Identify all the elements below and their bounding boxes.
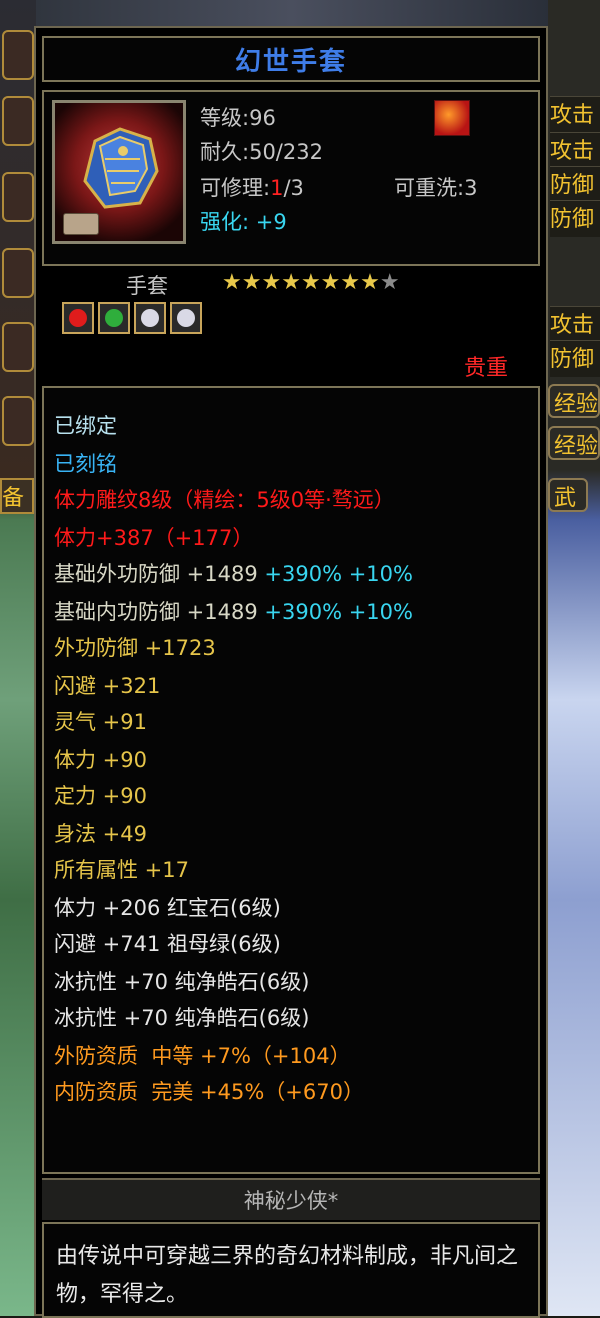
side-stat-label: 防御 [550,340,600,377]
attribute-line: 身法 +49 [54,822,147,846]
gauntlet-icon[interactable] [52,100,186,244]
gem-line: 闪避 +741 祖母绿(6级) [54,932,281,956]
engraving-line: 体力雕纹8级（精绘：5级0等·骛远） [54,488,395,512]
inventory-slot[interactable] [2,172,34,222]
item-summary: 手套 ★★★★★★★★★ 贵重 [42,268,540,382]
base-int-defense-bonus: +390% +10% [264,600,413,624]
signature-bar: 神秘少侠* [42,1178,540,1220]
white-gem-icon[interactable] [170,302,202,334]
gem-line: 冰抗性 +70 纯净皓石(6级) [54,1006,310,1030]
star-icon: ★ [281,270,301,295]
base-int-defense-label: 基础内功防御 +1489 [54,600,258,624]
star-icon: ★ [360,270,380,295]
green-gem-icon[interactable] [98,302,130,334]
attribute-line: 定力 +90 [54,784,147,808]
inventory-slot[interactable] [2,30,34,80]
strengthen-value: +9 [255,210,287,234]
attribute-line: 灵气 +91 [54,710,147,734]
attribute-line: 外功防御 +1723 [54,636,216,660]
durability-value: 50/232 [249,140,323,164]
star-icon: ★ [379,270,400,295]
durability-label: 耐久 [200,140,242,164]
rewash-row: 可重洗:3 [394,172,477,202]
engraved-status: 已刻铭 [54,452,117,476]
rarity-label: 贵重 [463,356,508,381]
repair-max: /3 [283,176,304,200]
gem-slots [62,302,202,334]
description-panel: 由传说中可穿越三界的奇幻材料制成，非凡间之物，罕得之。 [42,1222,540,1318]
side-stat-label: 攻击 [550,96,600,133]
left-scene-panel: 备 [0,0,36,1316]
side-stat-label: 攻击 [550,306,600,343]
equipment-tab[interactable]: 备 [0,478,34,514]
attribute-line: 体力 +90 [54,748,147,772]
red-gem-icon[interactable] [62,302,94,334]
star-icon: ★ [340,270,361,295]
base-ext-defense-label: 基础外功防御 +1489 [54,562,258,586]
star-rating: ★★★★★★★★★ [222,270,400,295]
star-icon: ★ [241,270,262,295]
white-gem-icon[interactable] [134,302,166,334]
repair-current: 1 [270,176,284,200]
experience-button[interactable]: 经验 [548,384,600,418]
item-name: 幻世手套 [234,46,347,77]
quality-line: 内防资质 完美 +45%（+670） [54,1080,364,1104]
lock-icon [63,213,99,235]
base-ext-defense: 基础外功防御 +1489 +390% +10% [54,558,413,588]
quality-line: 外防资质 中等 +7%（+104） [54,1044,351,1068]
strengthen-row: 强化: +9 [200,206,287,236]
star-icon: ★ [261,270,282,295]
gem-line: 冰抗性 +70 纯净皓石(6级) [54,970,310,994]
crafter-signature: 神秘少侠* [243,1189,339,1213]
item-header: 等级:96 耐久:50/232 可修理:1/3 可重洗:3 强化: +9 [42,90,540,266]
title-bar: 幻世手套 [42,36,540,82]
item-tooltip: 幻世手套 等级:96 耐久:50/232 可修理:1/3 可重洗:3 强化: +… [34,26,548,1318]
star-icon: ★ [300,270,321,295]
weapon-tab[interactable]: 武 [548,478,588,512]
side-stat-label: 防御 [550,200,600,237]
base-int-defense: 基础内功防御 +1489 +390% +10% [54,596,413,626]
top-scene-strip [36,0,548,26]
rewash-label: 可重洗: [394,176,465,200]
bound-status: 已绑定 [54,414,117,438]
item-description: 由传说中可穿越三界的奇幻材料制成，非凡间之物，罕得之。 [56,1244,519,1307]
base-ext-defense-bonus: +390% +10% [264,562,413,586]
star-icon: ★ [222,270,242,295]
side-stat-label: 攻击 [550,132,600,169]
item-type: 手套 [126,274,168,298]
repair-row: 可修理:1/3 [200,172,304,202]
inventory-slot[interactable] [2,96,34,146]
experience-button[interactable]: 经验 [548,426,600,460]
inventory-slot[interactable] [2,248,34,298]
side-stat-label: 防御 [550,166,600,203]
inventory-slot[interactable] [2,322,34,372]
attribute-line: 所有属性 +17 [54,858,189,882]
level-label: 等级 [200,106,242,130]
stamina-main: 体力+387（+177） [54,526,254,550]
level-row: 等级:96 [200,106,276,130]
fire-element-icon [434,100,470,136]
rewash-value: 3 [464,176,478,200]
attribute-line: 闪避 +321 [54,674,161,698]
inventory-slot[interactable] [2,396,34,446]
stats-panel: 已绑定 已刻铭 体力雕纹8级（精绘：5级0等·骛远） 体力+387（+177） … [42,386,540,1174]
star-icon: ★ [320,270,341,295]
repair-label: 可修理: [200,176,271,200]
gem-line: 体力 +206 红宝石(6级) [54,896,281,920]
durability-row: 耐久:50/232 [200,140,323,164]
level-value: 96 [249,106,276,130]
strengthen-label: 强化: [200,210,250,234]
